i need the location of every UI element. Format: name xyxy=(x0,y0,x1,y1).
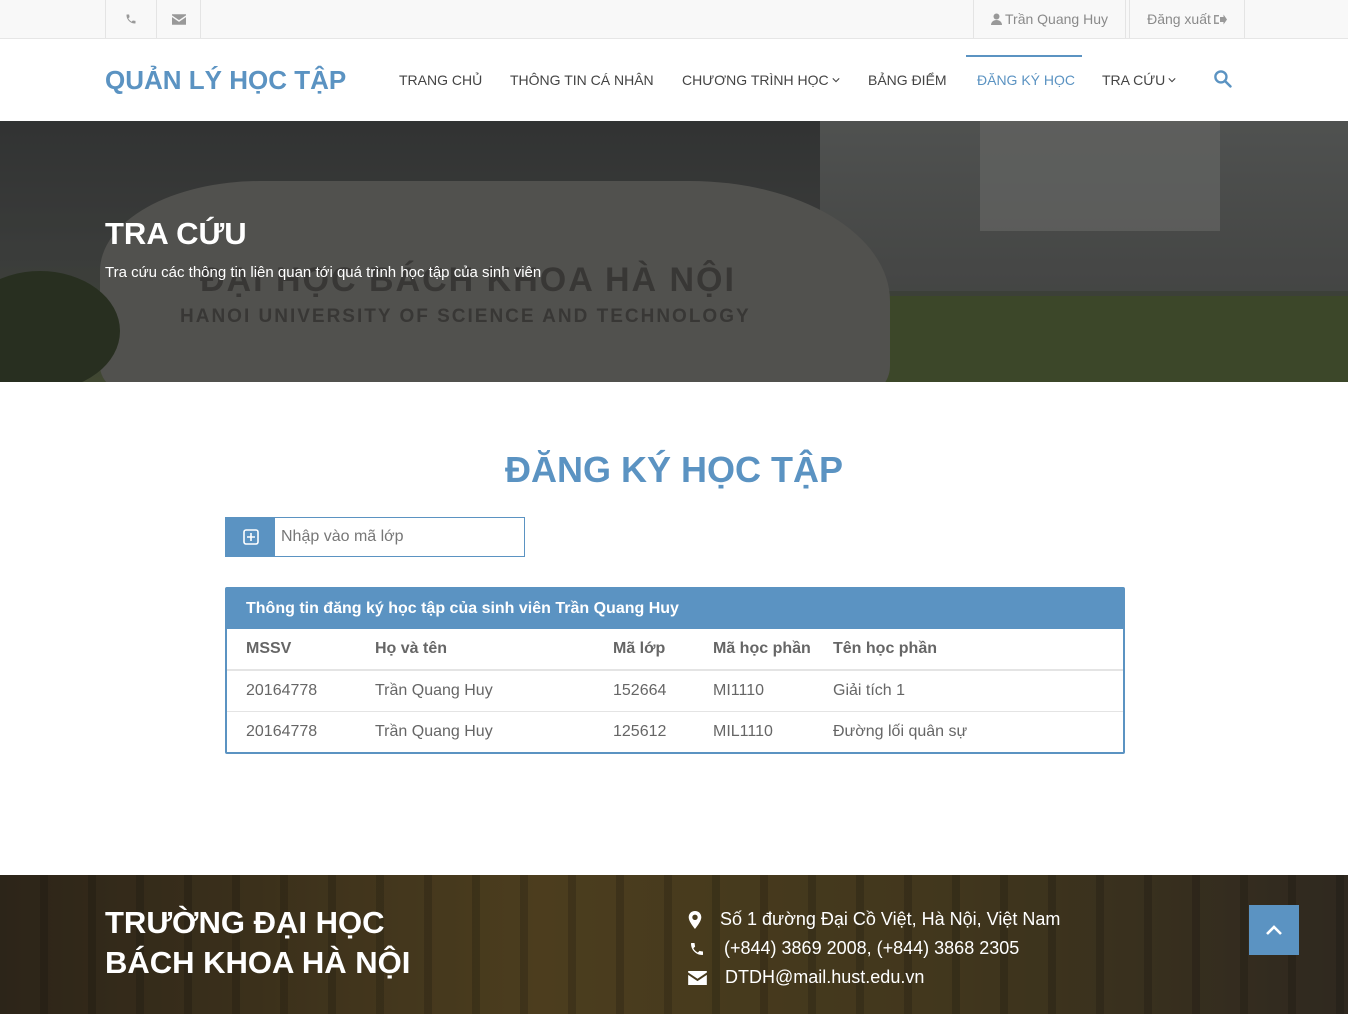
cell-class-code: 125612 xyxy=(613,722,667,740)
active-nav-indicator xyxy=(966,55,1082,57)
col-course-code: Mã học phần xyxy=(713,629,833,671)
footer-title-line1: TRƯỜNG ĐẠI HỌC xyxy=(105,905,385,940)
col-course-name: Tên học phần xyxy=(833,629,1123,671)
nav-home[interactable]: TRANG CHỦ xyxy=(399,72,482,88)
site-logo[interactable]: QUẢN LÝ HỌC TẬP xyxy=(105,65,346,96)
chevron-down-icon xyxy=(831,78,840,83)
sign-out-icon xyxy=(1213,14,1227,24)
user-name: Trần Quang Huy xyxy=(1005,11,1108,27)
logout-link[interactable]: Đăng xuất xyxy=(1129,0,1245,38)
hero-subtitle: Tra cứu các thông tin liên quan tới quá … xyxy=(105,264,542,281)
registration-table: MSSV Họ và tên Mã lớp Mã học phần Tên họ… xyxy=(227,629,1123,752)
col-full-name: Họ và tên xyxy=(375,629,613,671)
table-row[interactable]: 20164778 Trần Quang Huy 152664 MI1110 Gi… xyxy=(227,670,1123,712)
nav-lookup[interactable]: TRA CỨU xyxy=(1102,72,1176,88)
footer-phone-text: (+844) 3869 2008, (+844) 3868 2305 xyxy=(724,938,1020,958)
mail-link[interactable] xyxy=(156,0,201,38)
add-class-button[interactable] xyxy=(226,518,275,556)
nav-home-label: TRANG CHỦ xyxy=(399,72,483,88)
page-title: ĐĂNG KÝ HỌC TẬP xyxy=(504,449,843,490)
main-navbar: QUẢN LÝ HỌC TẬP TRANG CHỦ THÔNG TIN CÁ N… xyxy=(0,39,1348,121)
search-icon[interactable] xyxy=(1213,69,1232,88)
footer-address: Số 1 đường Đại Cồ Việt, Hà Nội, Việt Nam xyxy=(688,909,1060,930)
cell-course-code: MIL1110 xyxy=(713,722,773,740)
footer-phone: (+844) 3869 2008, (+844) 3868 2305 xyxy=(688,938,1019,959)
footer-email-text: DTDH@mail.hust.edu.vn xyxy=(725,967,925,987)
site-footer: TRƯỜNG ĐẠI HỌC BÁCH KHOA HÀ NỘI Số 1 đườ… xyxy=(0,875,1348,1014)
col-student-id: MSSV xyxy=(227,629,375,671)
nav-registration[interactable]: ĐĂNG KÝ HỌC xyxy=(977,72,1075,88)
table-header-row: MSSV Họ và tên Mã lớp Mã học phần Tên họ… xyxy=(227,629,1123,671)
phone-icon xyxy=(691,942,703,955)
hero-title: TRA CỨU xyxy=(105,216,247,251)
cell-full-name: Trần Quang Huy xyxy=(375,722,493,740)
cell-course-name: Đường lối quân sự xyxy=(833,722,968,740)
footer-address-text: Số 1 đường Đại Cồ Việt, Hà Nội, Việt Nam xyxy=(720,909,1061,929)
back-to-top-button[interactable] xyxy=(1249,905,1299,955)
user-icon xyxy=(991,13,1002,25)
user-menu[interactable]: Trần Quang Huy xyxy=(973,0,1126,38)
nav-curriculum[interactable]: CHƯƠNG TRÌNH HỌC xyxy=(682,72,840,88)
cell-course-name: Giải tích 1 xyxy=(833,670,1123,712)
panel-title: Thông tin đăng ký học tập của sinh viên … xyxy=(227,589,1123,629)
cell-class-code: 152664 xyxy=(613,670,713,712)
class-code-input[interactable] xyxy=(275,518,524,556)
footer-email[interactable]: DTDH@mail.hust.edu.vn xyxy=(688,967,924,988)
nav-transcript[interactable]: BẢNG ĐIỂM xyxy=(868,72,947,88)
map-marker-icon xyxy=(688,910,702,929)
plus-square-icon xyxy=(242,529,259,545)
logout-label: Đăng xuất xyxy=(1147,11,1211,27)
cell-student-id: 20164778 xyxy=(227,670,375,712)
footer-school-name: TRƯỜNG ĐẠI HỌC BÁCH KHOA HÀ NỘI xyxy=(105,903,410,983)
col-class-code: Mã lớp xyxy=(613,629,713,671)
class-add-form xyxy=(225,517,525,557)
phone-icon xyxy=(126,14,136,24)
nav-registration-label: ĐĂNG KÝ HỌC xyxy=(977,72,1076,88)
footer-title-line2: BÁCH KHOA HÀ NỘI xyxy=(105,945,411,980)
cell-course-code: MI1110 xyxy=(713,670,833,712)
nav-transcript-label: BẢNG ĐIỂM xyxy=(868,72,947,88)
table-row[interactable]: 20164778 Trần Quang Huy 125612 MIL1110 Đ… xyxy=(227,711,1123,752)
nav-curriculum-label: CHƯƠNG TRÌNH HỌC xyxy=(682,72,829,88)
chevron-down-icon xyxy=(1168,78,1176,83)
envelope-icon xyxy=(688,970,707,985)
nav-personal-info-label: THÔNG TIN CÁ NHÂN xyxy=(510,72,654,88)
phone-link[interactable] xyxy=(105,0,156,38)
registration-panel: Thông tin đăng ký học tập của sinh viên … xyxy=(225,587,1125,754)
top-bar: Trần Quang Huy Đăng xuất xyxy=(0,0,1348,39)
cell-student-id: 20164778 xyxy=(246,722,318,740)
hero-banner: ĐẠI HỌC BÁCH KHOA HÀ NỘI HANOI UNIVERSIT… xyxy=(0,121,1348,382)
envelope-icon xyxy=(171,13,186,25)
cell-full-name: Trần Quang Huy xyxy=(375,670,613,712)
nav-lookup-label: TRA CỨU xyxy=(1102,72,1166,88)
chevron-up-icon xyxy=(1266,924,1282,935)
nav-personal-info[interactable]: THÔNG TIN CÁ NHÂN xyxy=(510,72,654,88)
